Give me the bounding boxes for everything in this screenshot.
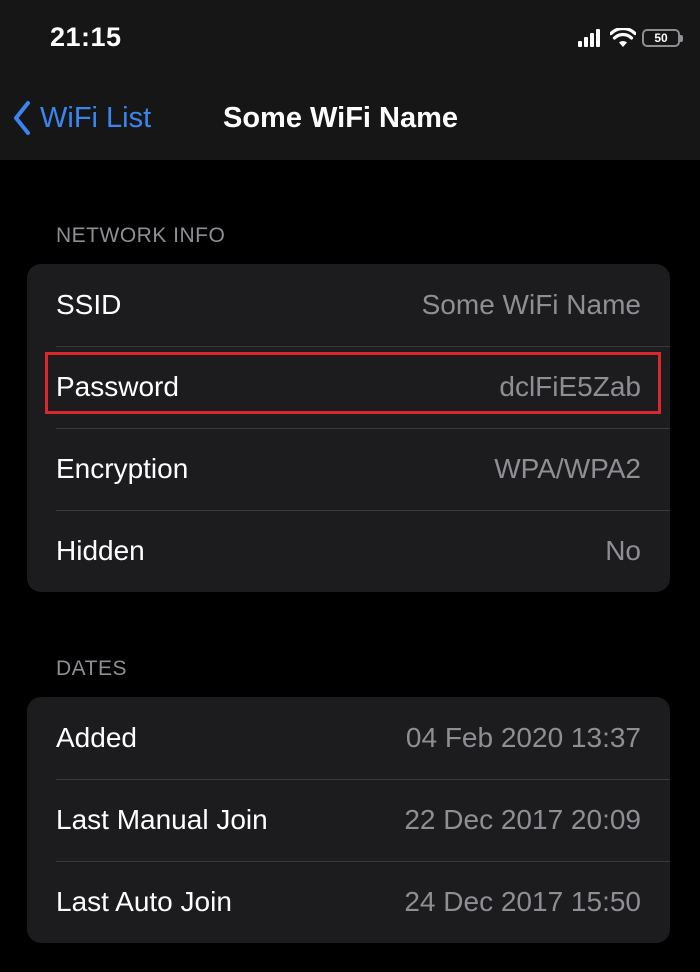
- row-last-auto-join[interactable]: Last Auto Join 24 Dec 2017 15:50: [27, 861, 670, 943]
- row-label: Password: [56, 371, 179, 402]
- row-value: 24 Dec 2017 15:50: [404, 886, 641, 917]
- row-value: WPA/WPA2: [494, 453, 641, 484]
- row-label: Added: [56, 722, 137, 753]
- row-value: 04 Feb 2020 13:37: [405, 722, 641, 753]
- chevron-left-icon: [14, 101, 30, 135]
- row-hidden[interactable]: Hidden No: [27, 510, 670, 592]
- page-title: Some WiFi Name: [223, 102, 459, 134]
- top-bar: 21:15 50 WiFi List Some WiFi Name: [0, 0, 700, 160]
- status-time: 21:15: [50, 22, 122, 52]
- row-value: No: [605, 535, 641, 566]
- row-label: Last Auto Join: [56, 886, 232, 917]
- back-button[interactable]: WiFi List: [12, 98, 151, 138]
- row-value: Some WiFi Name: [421, 289, 641, 320]
- row-label: Last Manual Join: [56, 804, 268, 835]
- row-label: Hidden: [56, 535, 145, 566]
- battery-level: 50: [654, 31, 668, 45]
- row-value: 22 Dec 2017 20:09: [404, 804, 641, 835]
- back-button-label: WiFi List: [40, 101, 152, 134]
- section-header-network-info: NETWORK INFO: [56, 224, 226, 247]
- row-added[interactable]: Added 04 Feb 2020 13:37: [27, 697, 670, 779]
- row-label: Encryption: [56, 453, 189, 484]
- dates-group: Added 04 Feb 2020 13:37 Last Manual Join…: [27, 697, 670, 943]
- battery-icon: 50: [642, 29, 683, 47]
- row-password[interactable]: Password dclFiE5Zab: [27, 346, 670, 428]
- wifi-icon: [610, 28, 636, 47]
- row-ssid[interactable]: SSID Some WiFi Name: [27, 264, 670, 346]
- row-label: SSID: [56, 289, 122, 320]
- row-last-manual-join[interactable]: Last Manual Join 22 Dec 2017 20:09: [27, 779, 670, 861]
- cellular-signal-icon: [578, 29, 602, 47]
- section-header-dates: DATES: [56, 657, 127, 680]
- row-encryption[interactable]: Encryption WPA/WPA2: [27, 428, 670, 510]
- status-icons: 50: [578, 26, 683, 50]
- network-info-group: SSID Some WiFi Name Password dclFiE5Zab …: [27, 264, 670, 592]
- row-value: dclFiE5Zab: [499, 371, 641, 402]
